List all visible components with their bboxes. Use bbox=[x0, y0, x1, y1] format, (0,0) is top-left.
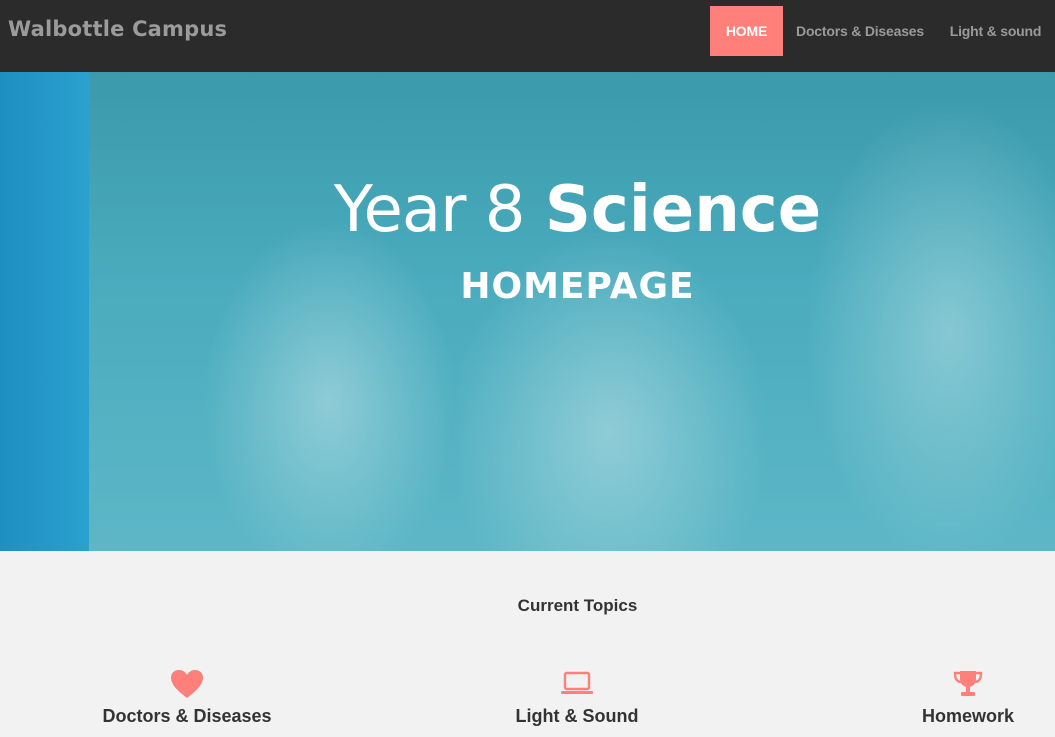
topic-label: Homework bbox=[921, 706, 1015, 726]
topic-label: Doctors & Diseases bbox=[102, 706, 272, 726]
heart-icon bbox=[171, 670, 203, 698]
section-title: Current Topics bbox=[517, 596, 638, 615]
hero-title-bold: Science bbox=[544, 173, 822, 247]
nav-doctors-diseases[interactable]: Doctors & Diseases bbox=[784, 6, 936, 56]
top-navbar: Walbottle Campus HOME Doctors & Diseases… bbox=[0, 0, 1055, 72]
topic-label: Light & Sound bbox=[515, 706, 639, 726]
site-brand[interactable]: Walbottle Campus bbox=[8, 17, 227, 41]
hero-edge-strip bbox=[0, 72, 89, 551]
topics-section: Current Topics Doctors & Diseases Light … bbox=[0, 551, 1055, 737]
hero-subtitle: HOMEPAGE bbox=[460, 266, 695, 307]
hero-title-light: Year 8 bbox=[333, 173, 526, 247]
nav-light-sound[interactable]: Light & sound bbox=[936, 6, 1055, 56]
trophy-icon bbox=[953, 671, 983, 696]
topic-doctors-diseases[interactable]: Doctors & Diseases bbox=[77, 669, 297, 727]
hero-banner: Year 8 Science HOMEPAGE bbox=[0, 72, 1055, 551]
nav-home[interactable]: HOME bbox=[710, 6, 783, 56]
hero-title: Year 8 Science bbox=[0, 173, 1055, 247]
topic-homework[interactable]: Homework bbox=[858, 669, 1055, 727]
hero-overlay bbox=[89, 72, 1055, 551]
topic-light-sound[interactable]: Light & Sound bbox=[467, 669, 687, 727]
laptop-icon bbox=[561, 671, 593, 694]
